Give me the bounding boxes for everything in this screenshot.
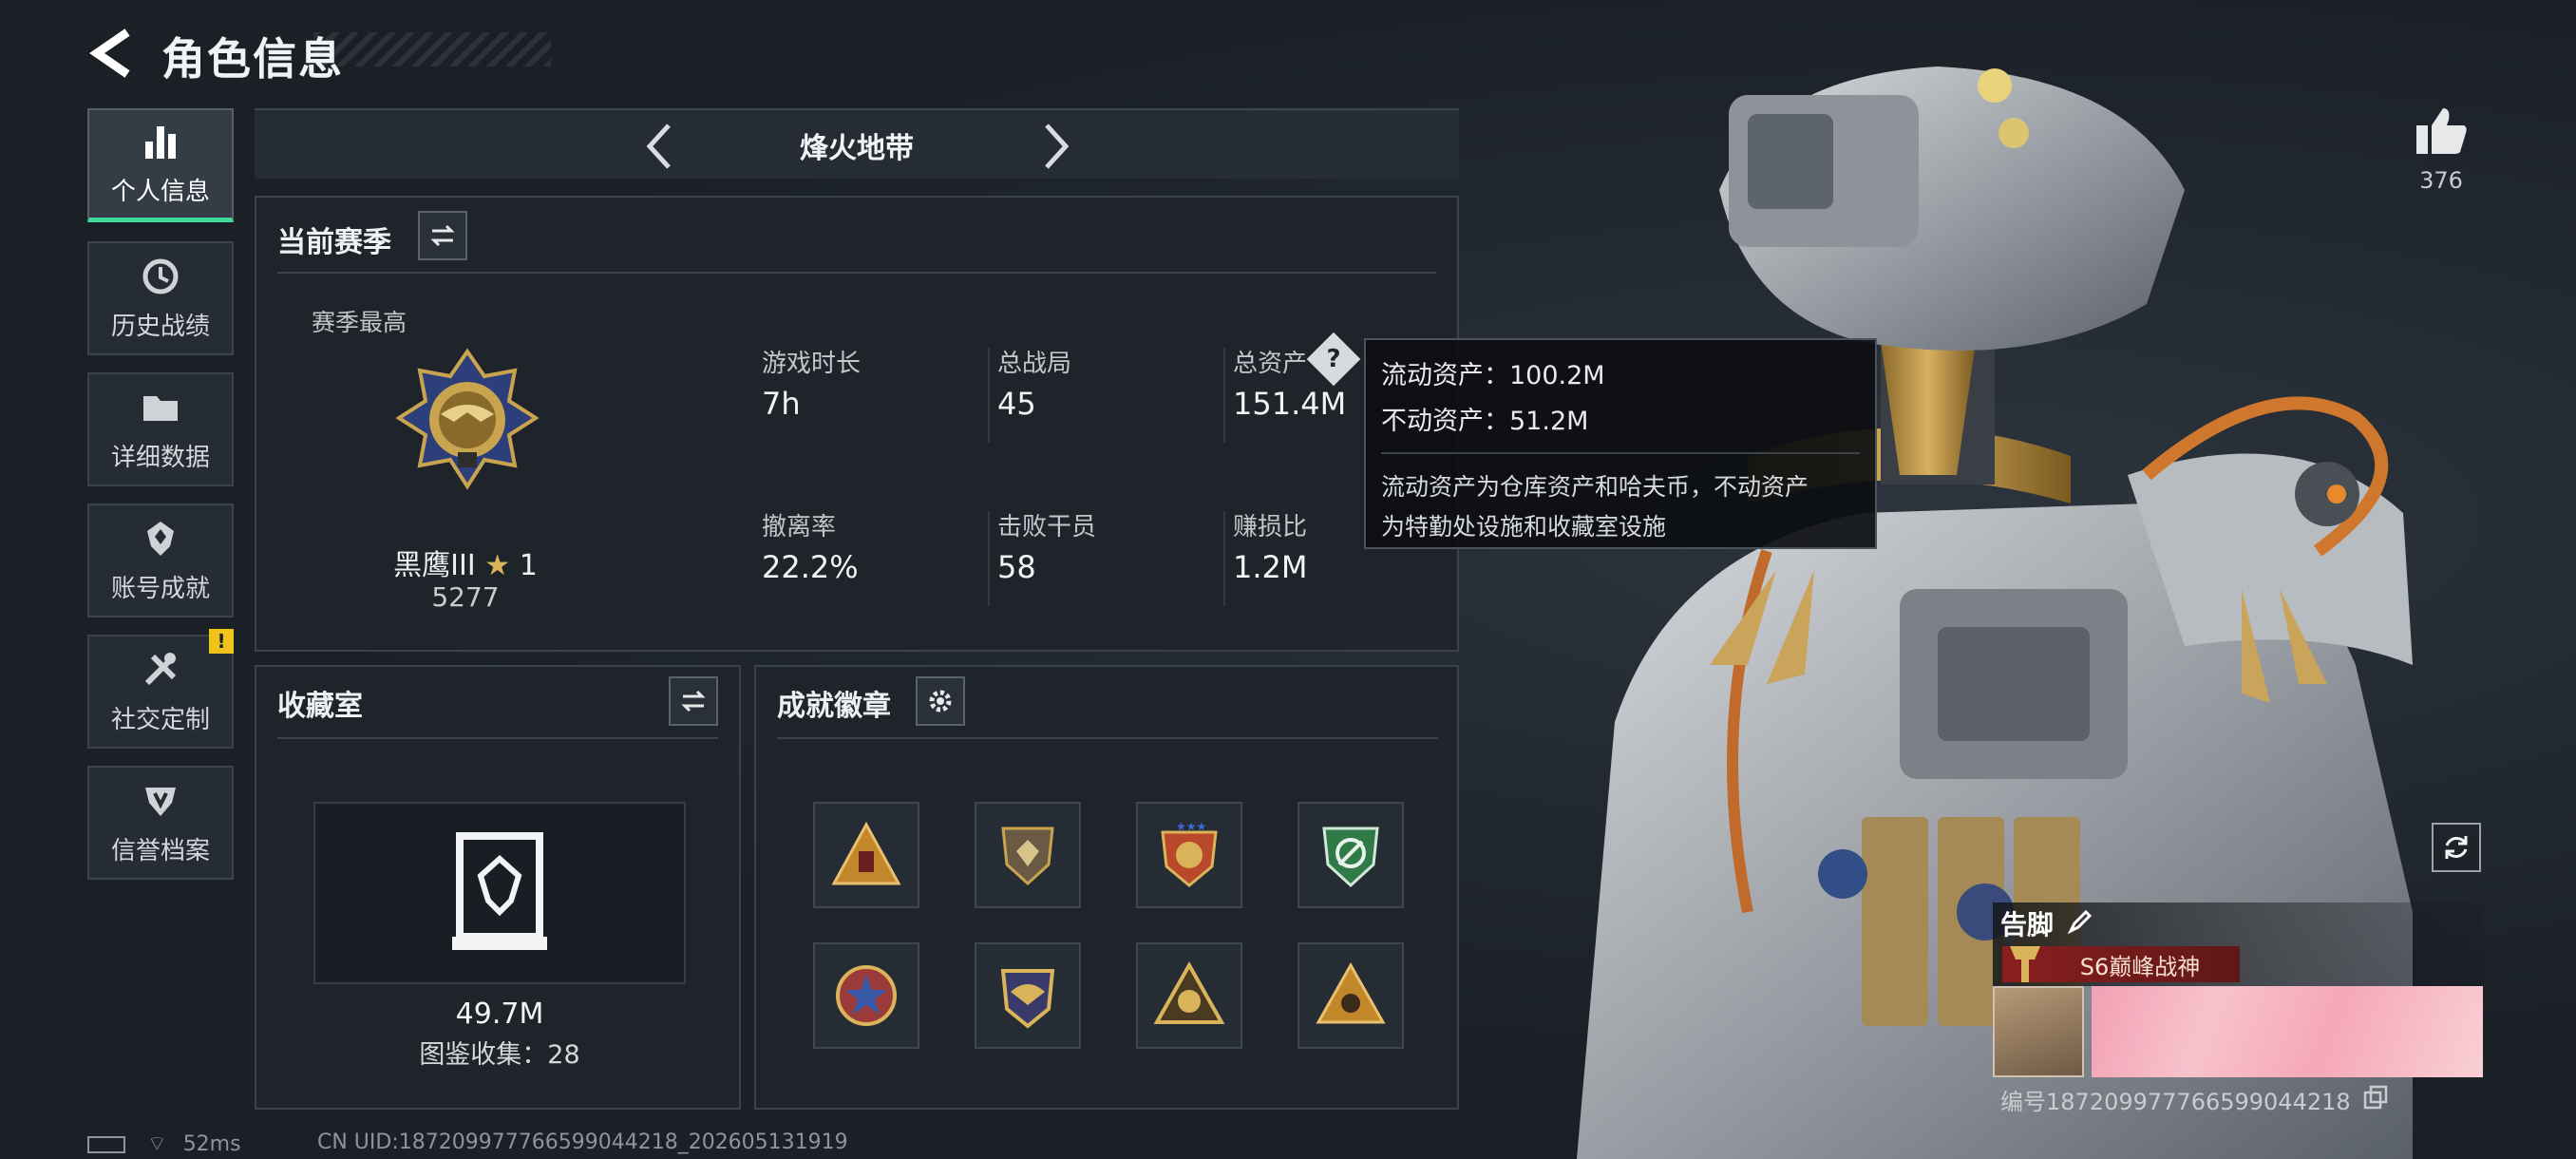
sidebar-item-personal-info[interactable]: 个人信息: [87, 108, 234, 222]
ping-value: 52ms: [182, 1132, 241, 1156]
season-panel: 当前赛季 赛季最高 黑鹰III ★ 1 5277 游戏时长 7h 总战局 45 …: [255, 196, 1459, 652]
stat-label-total-assets: 总资产: [1233, 350, 1308, 378]
stat-value-total-matches: 45: [997, 386, 1036, 422]
achievement-badge[interactable]: [1297, 802, 1404, 908]
tooltip-desc-line-1: 流动资产为仓库资产和哈夫币，不动资产: [1381, 473, 1809, 501]
sidebar-item-history[interactable]: 历史战绩: [87, 241, 234, 355]
help-icon-glyph: ?: [1326, 345, 1341, 373]
notification-badge: !: [209, 629, 234, 654]
sidebar-item-label: 个人信息: [110, 178, 210, 206]
tools-icon: [144, 652, 177, 685]
achievement-badge[interactable]: [813, 802, 919, 908]
sidebar-item-label: 历史战绩: [110, 312, 210, 341]
rank-line: 黑鹰III ★ 1: [323, 542, 608, 583]
rank-emblem-icon: [395, 348, 540, 490]
bar-chart-icon: [145, 126, 176, 159]
stat-label-total-matches: 总战局: [997, 350, 1072, 378]
achievements-panel[interactable]: 成就徽章 ★★★: [754, 665, 1459, 1110]
stat-value-profit-ratio: 1.2M: [1233, 549, 1308, 585]
refresh-button[interactable]: [2432, 823, 2481, 872]
sidebar-item-achievements[interactable]: 账号成就: [87, 504, 234, 618]
copy-icon[interactable]: [2363, 1085, 2388, 1110]
page-title: 角色信息: [161, 33, 344, 85]
uid-text: CN UID:187209977766599044218_20260513191…: [317, 1130, 848, 1154]
achievement-badge[interactable]: [1297, 942, 1404, 1049]
stat-label-extract-rate: 撤离率: [762, 513, 837, 542]
swap-icon: [430, 224, 455, 247]
svg-text:★★★: ★★★: [1176, 820, 1206, 833]
achievements-title: 成就徽章: [777, 690, 891, 723]
season-title: 当前赛季: [277, 226, 391, 259]
avatar[interactable]: [1993, 986, 2084, 1077]
green-shield-badge-icon: [1322, 826, 1379, 888]
shield-badge-icon: [145, 787, 176, 816]
status-bar: ⌔ 52ms: [87, 1130, 241, 1157]
sidebar-item-reputation[interactable]: 信誉档案: [87, 766, 234, 880]
triangle-badge-icon: [831, 821, 901, 885]
stat-label-profit-ratio: 赚损比: [1233, 513, 1308, 542]
rank-stars: 1: [519, 549, 538, 582]
red-star-badge-icon: [836, 965, 897, 1026]
achievement-badge[interactable]: [813, 942, 919, 1049]
sidebar-item-detailed-data[interactable]: 详细数据: [87, 372, 234, 486]
collection-value: 49.7M: [455, 998, 544, 1031]
season-best-label: 赛季最高: [312, 309, 407, 336]
tooltip-fixed-assets: 不动资产：51.2M: [1381, 407, 1589, 436]
stat-value-extract-rate: 22.2%: [762, 549, 859, 585]
display-case-icon: [452, 832, 547, 950]
assets-tooltip: 流动资产：100.2M 不动资产：51.2M 流动资产为仓库资产和哈夫币，不动资…: [1364, 338, 1877, 549]
sidebar-item-label: 社交定制: [110, 705, 210, 734]
stat-value-total-assets: 151.4M: [1233, 386, 1347, 422]
collection-title: 收藏室: [277, 690, 363, 723]
achievement-badge[interactable]: [1136, 942, 1242, 1049]
tooltip-desc-line-2: 为特勤处设施和收藏室设施: [1381, 513, 1667, 541]
mode-selector: 烽火地带: [255, 108, 1459, 179]
swap-icon: [681, 690, 706, 712]
thumbs-up-icon[interactable]: [2413, 104, 2470, 158]
sidebar-item-label: 信誉档案: [110, 836, 210, 865]
wifi-icon: ⌔: [147, 1132, 167, 1156]
player-banner: [2092, 986, 2483, 1077]
player-id: 编号18720997776659904421​8: [2000, 1089, 2351, 1115]
sidebar-item-label: 账号成就: [110, 574, 210, 603]
rank-name: 黑鹰III: [393, 549, 476, 582]
refresh-icon: [2445, 836, 2468, 859]
tooltip-liquid-assets: 流动资产：100.2M: [1381, 361, 1605, 390]
season-switch-button[interactable]: [418, 211, 467, 260]
edit-icon[interactable]: [2067, 908, 2093, 935]
sidebar-item-label: 详细数据: [110, 443, 210, 472]
mode-name: 烽火地带: [800, 132, 914, 165]
history-icon: [142, 258, 179, 294]
stat-label-kills: 击败干员: [997, 513, 1097, 542]
battery-icon: [87, 1136, 125, 1153]
chevron-right-icon[interactable]: [1037, 118, 1075, 175]
achievement-badge[interactable]: [975, 942, 1081, 1049]
stat-label-playtime: 游戏时长: [762, 350, 862, 378]
gear-icon: [929, 690, 952, 712]
orange-triangle-badge-icon: [1316, 961, 1386, 1024]
like-count: 376: [2419, 167, 2463, 194]
stat-value-kills: 58: [997, 549, 1036, 585]
stat-value-playtime: 7h: [762, 386, 801, 422]
star-icon: ★: [484, 549, 511, 582]
achievement-icon: [147, 521, 174, 556]
collection-count: 图鉴收集：28: [419, 1040, 580, 1070]
gold-triangle-badge-icon: [1153, 960, 1225, 1024]
rank-score: 5277: [431, 581, 500, 613]
achievements-settings-button[interactable]: [916, 676, 965, 726]
achievement-badge[interactable]: ★★★: [1136, 802, 1242, 908]
title-decoration: [313, 32, 551, 66]
player-name: 告脚: [2000, 909, 2055, 940]
collection-panel[interactable]: 收藏室 49.7M 图鉴收集：28: [255, 665, 741, 1110]
star-shield-badge-icon: ★★★: [1161, 820, 1218, 887]
back-icon[interactable]: [87, 27, 135, 80]
chevron-left-icon[interactable]: [640, 118, 678, 175]
shield-badge-icon: [1001, 826, 1054, 886]
wings-badge-icon: [1000, 969, 1055, 1029]
folder-icon: [143, 395, 178, 421]
collection-switch-button[interactable]: [669, 676, 718, 726]
achievement-badge[interactable]: [975, 802, 1081, 908]
title-emblem-icon: [2010, 946, 2040, 982]
